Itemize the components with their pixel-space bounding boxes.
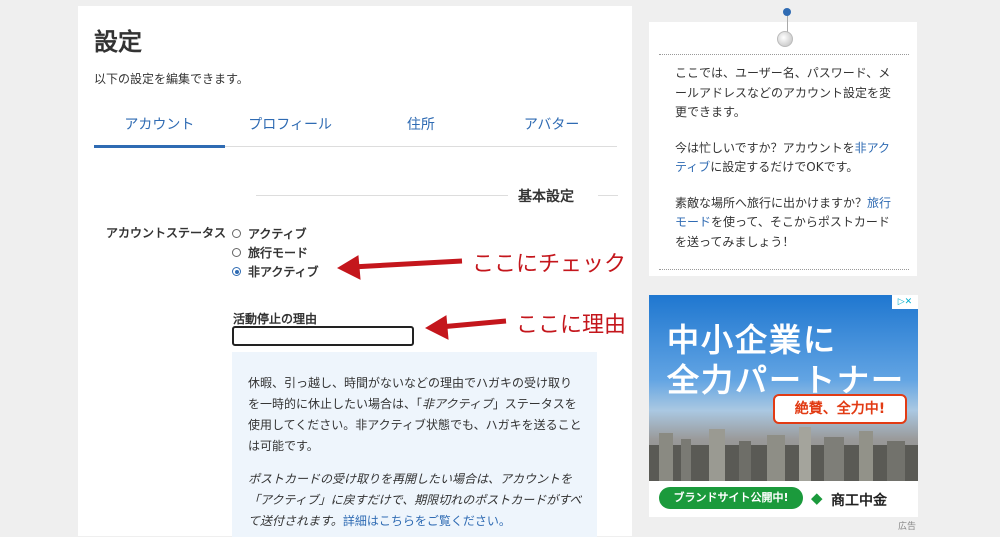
- arrow-head-reason: [424, 315, 449, 340]
- arrow-line-reason: [439, 318, 507, 330]
- annotation-check-note: ここにチェック: [472, 252, 627, 277]
- arrow-line-check: [351, 258, 463, 270]
- arrow-head-check: [336, 255, 361, 280]
- annotation-reason-note: ここに理由: [516, 313, 627, 338]
